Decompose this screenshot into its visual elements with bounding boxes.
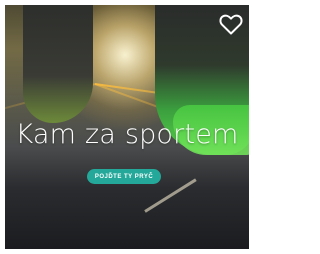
cta-button[interactable]: POJĎTE TY PRYČ [87, 169, 161, 184]
runner-left-shoe [23, 5, 93, 123]
heart-outline-icon[interactable] [219, 13, 243, 35]
card-title: Kam za sportem [15, 119, 239, 150]
sport-card[interactable]: Kam za sportem POJĎTE TY PRYČ [5, 5, 249, 249]
